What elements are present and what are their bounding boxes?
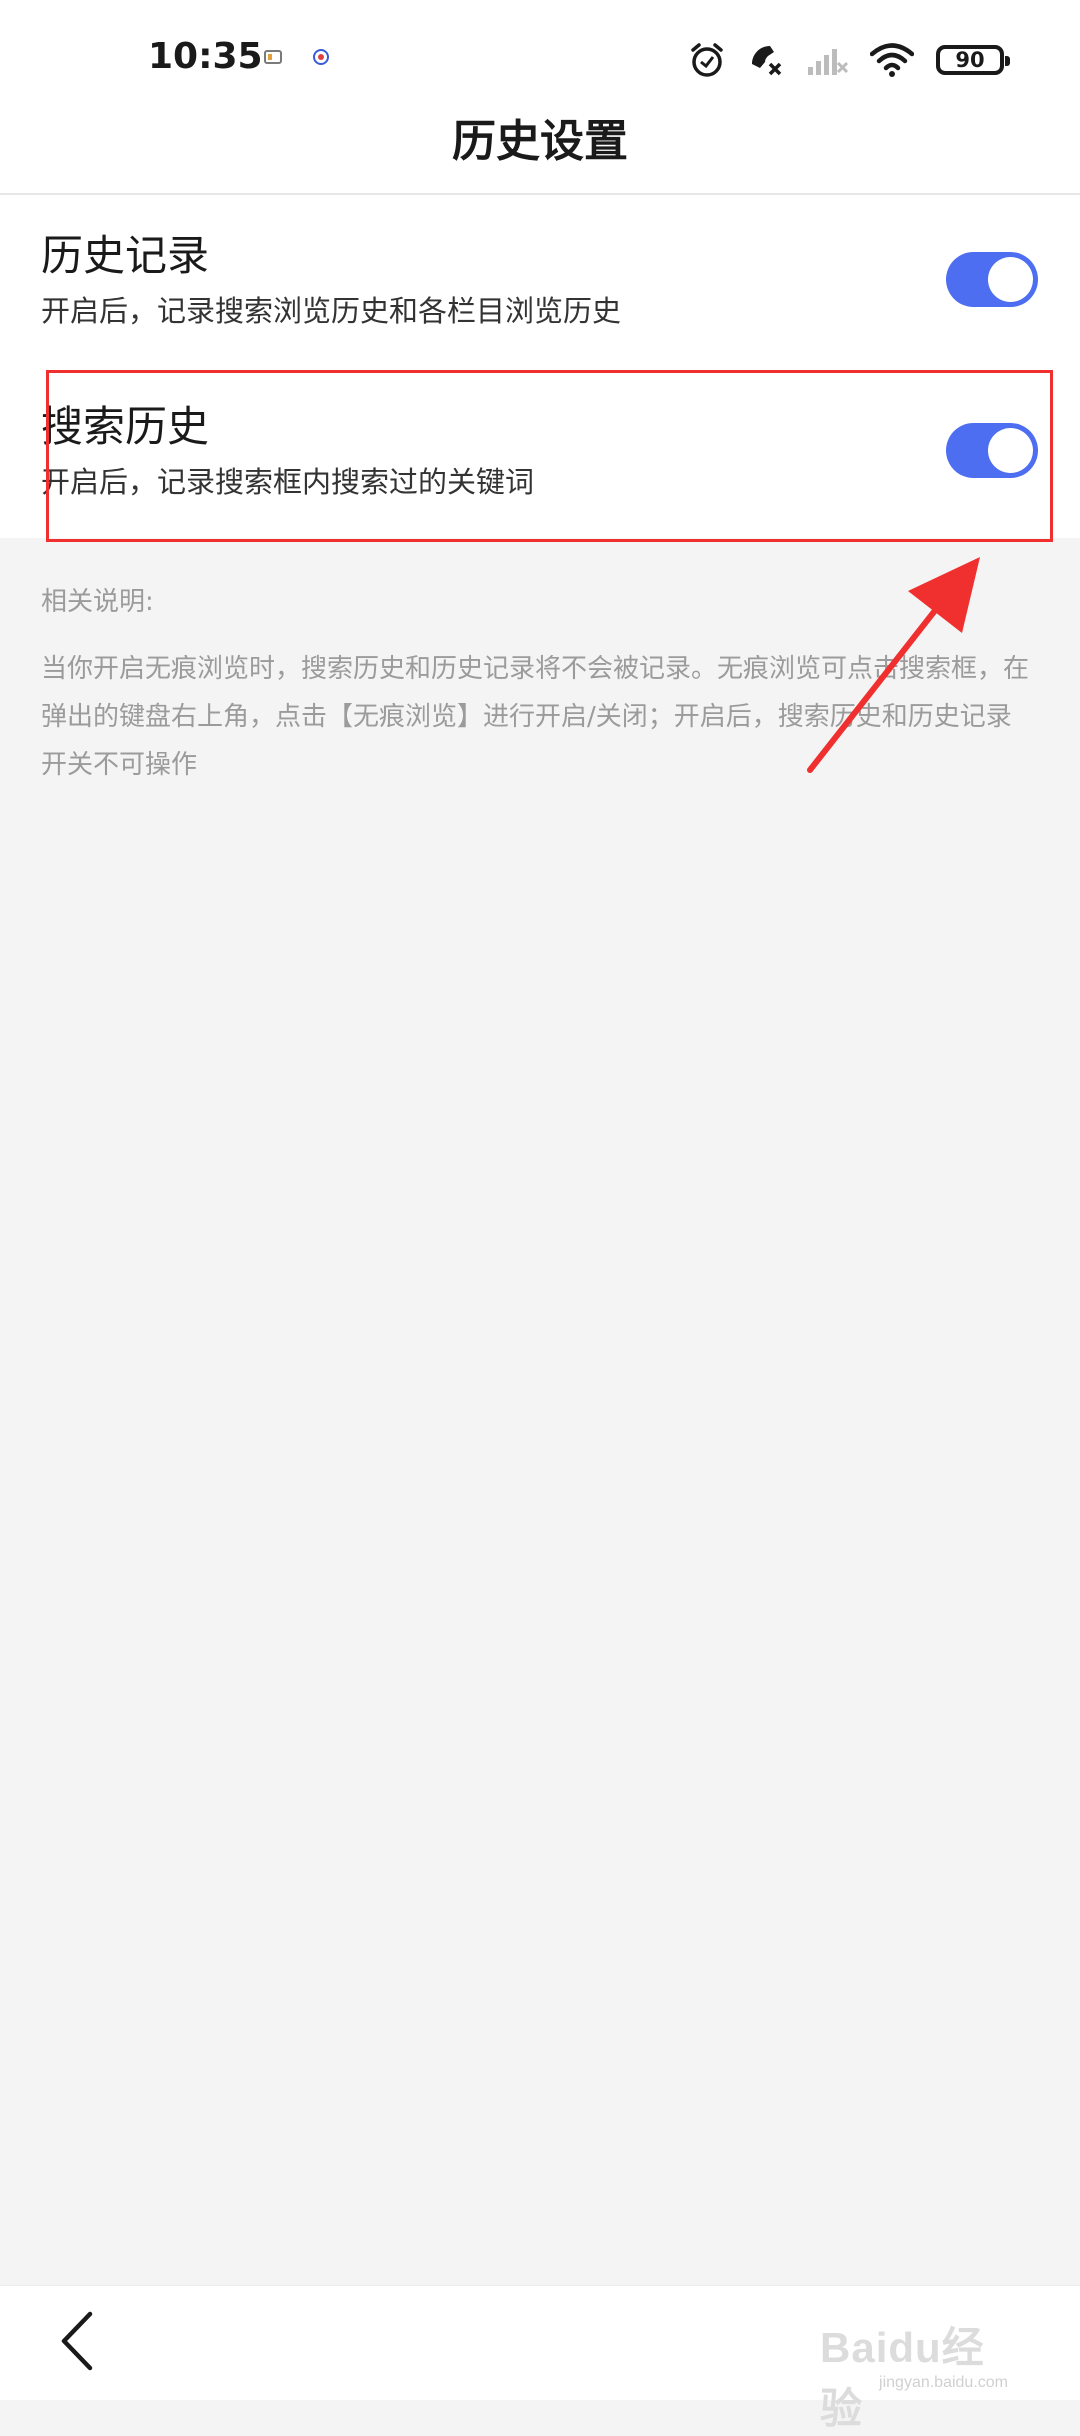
status-icons: 90 [688, 40, 1010, 80]
history-record-toggle[interactable] [946, 252, 1038, 307]
setting-title: 历史记录 [41, 231, 210, 280]
notification-icon-2 [313, 49, 329, 65]
page-title: 历史设置 [452, 116, 628, 167]
status-time: 10:35 [148, 36, 263, 77]
search-history-toggle[interactable] [946, 423, 1038, 478]
watermark-url: jingyan.baidu.com [879, 2374, 1008, 2391]
call-muted-icon [752, 46, 782, 76]
setting-row-search-history: 搜索历史 开启后，记录搜索框内搜索过的关键词 [0, 366, 1080, 538]
explanation-note: 相关说明: 当你开启无痕浏览时，搜索历史和历史记录将不会被记录。无痕浏览可点击搜… [41, 585, 1031, 789]
notification-icon-1 [264, 50, 282, 64]
wifi-icon [870, 43, 914, 77]
alarm-icon [691, 43, 723, 77]
toggle-knob [988, 428, 1033, 473]
battery-icon: 90 [936, 45, 1010, 75]
bottom-bar: Baidu经验 jingyan.baidu.com [0, 2285, 1080, 2432]
settings-card: 历史记录 开启后，记录搜索浏览历史和各栏目浏览历史 搜索历史 开启后，记录搜索框… [0, 195, 1080, 538]
note-body: 当你开启无痕浏览时，搜索历史和历史记录将不会被记录。无痕浏览可点击搜索框，在弹出… [41, 654, 1030, 780]
setting-description: 开启后，记录搜索框内搜索过的关键词 [41, 465, 535, 499]
toggle-knob [988, 257, 1033, 302]
battery-level: 90 [955, 48, 985, 72]
status-bar: 10:35 90 [0, 0, 1080, 120]
setting-description: 开启后，记录搜索浏览历史和各栏目浏览历史 [41, 294, 622, 328]
note-title: 相关说明: [41, 587, 154, 617]
back-button[interactable] [50, 2306, 110, 2376]
page-header: 历史设置 [0, 120, 1080, 195]
setting-title: 搜索历史 [41, 402, 210, 451]
signal-no-service-icon [808, 49, 848, 75]
setting-row-history-record: 历史记录 开启后，记录搜索浏览历史和各栏目浏览历史 [0, 195, 1080, 367]
baidu-watermark: Baidu经验 jingyan.baidu.com [820, 2306, 1020, 2432]
